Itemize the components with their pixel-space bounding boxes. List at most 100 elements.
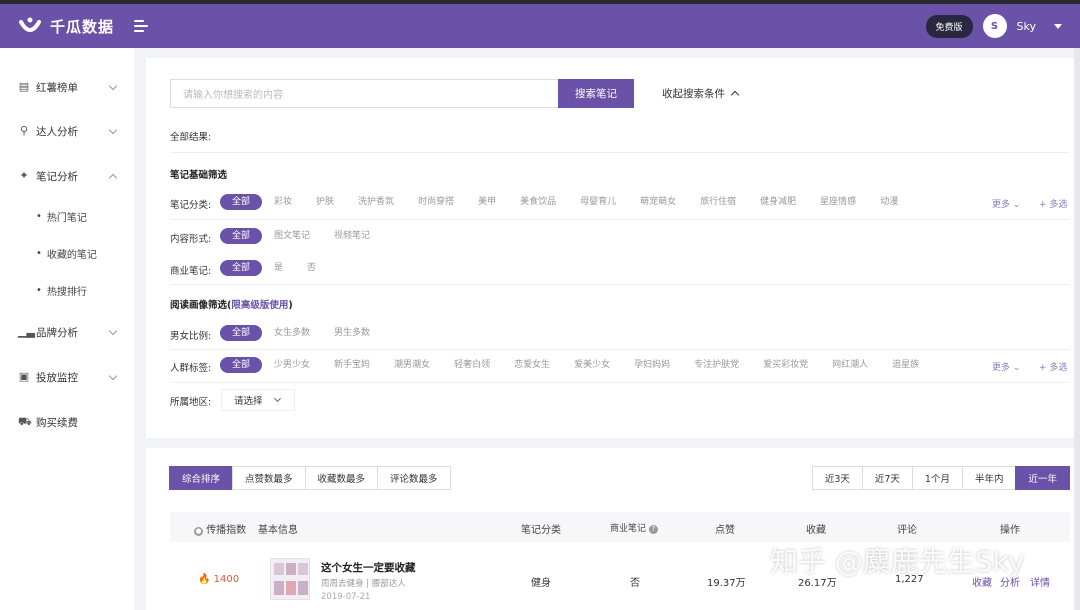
chip-gender-male[interactable]: 男生多数: [322, 325, 382, 341]
time-tab-1y[interactable]: 近一年: [1015, 466, 1070, 490]
sidebar-item-monitor[interactable]: ▣ 投放监控: [0, 362, 134, 392]
user-avatar[interactable]: S: [982, 14, 1007, 38]
chip-crowd[interactable]: 新手宝妈: [322, 357, 382, 373]
chip-category[interactable]: 护肤: [304, 194, 346, 210]
category-more-link[interactable]: 更多 ⌄: [992, 197, 1020, 210]
chip-content-all[interactable]: 全部: [220, 228, 263, 244]
chip-category[interactable]: 母婴育儿: [568, 194, 628, 210]
chip-gender-female[interactable]: 女生多数: [262, 325, 322, 341]
crowd-multi-select[interactable]: + 多选: [1039, 360, 1067, 373]
favorite-note-button[interactable]: 收藏: [972, 574, 992, 589]
region-select-value: 请选择: [234, 396, 263, 407]
fire-icon: 🔥: [198, 574, 211, 585]
sidebar-subitem-label: 热门笔记: [46, 212, 87, 224]
sidebar-item-purchase[interactable]: ⛟ 购买续费: [0, 407, 134, 437]
note-title[interactable]: 这个女生一定要收藏: [321, 560, 416, 575]
chip-gender-all[interactable]: 全部: [220, 325, 263, 341]
chip-category[interactable]: 彩妆: [262, 194, 304, 210]
time-tab-6m[interactable]: 半年内: [961, 466, 1017, 490]
note-category: 健身: [531, 578, 551, 589]
sort-tab-favorites[interactable]: 收藏数最多: [304, 466, 379, 490]
chip-content-video[interactable]: 视频笔记: [322, 228, 382, 244]
sidebar-item-rankings[interactable]: ▤ 红薯榜单: [0, 72, 134, 102]
spread-index-number: 1400: [213, 574, 240, 585]
th-likes[interactable]: 点赞: [715, 521, 735, 536]
collapse-conditions-link[interactable]: 收起搜索条件: [662, 86, 740, 101]
search-placeholder: 请输入你想搜索的内容: [183, 90, 283, 101]
th-comments[interactable]: 评论: [897, 521, 917, 536]
sidebar-subitem-hot-search[interactable]: 热搜排行: [0, 277, 134, 303]
chip-crowd[interactable]: 少男少女: [262, 357, 322, 373]
chip-category[interactable]: 星座情感: [808, 194, 868, 210]
chip-category[interactable]: 美甲: [466, 194, 508, 210]
sidebar-item-notes[interactable]: ✦ 笔记分析: [0, 161, 134, 191]
gender-chips: 全部 女生多数 男生多数: [220, 325, 382, 341]
user-menu-caret-icon[interactable]: [1054, 23, 1062, 29]
chip-category[interactable]: 美食饮品: [508, 194, 568, 210]
chip-category[interactable]: 萌宠萌女: [628, 194, 688, 210]
more-label: 更多: [992, 200, 1011, 210]
note-commercial: 否: [630, 578, 640, 589]
search-notes-button[interactable]: 搜索笔记: [558, 79, 634, 108]
results-panel: 综合排序 点赞数最多 收藏数最多 评论数最多 近3天 近7天 1个月 半年内 近…: [146, 448, 1080, 610]
chip-crowd[interactable]: 追星族: [880, 357, 931, 373]
chip-category[interactable]: 时尚穿搭: [406, 194, 466, 210]
sidebar-item-label: 投放监控: [36, 371, 78, 384]
chip-category[interactable]: 动漫: [868, 194, 910, 210]
note-thumbnail[interactable]: [270, 558, 310, 600]
chevron-up-icon: [730, 90, 740, 100]
crowd-more-link[interactable]: 更多 ⌄: [992, 360, 1020, 373]
chip-crowd[interactable]: 爱美少女: [562, 357, 622, 373]
category-multi-select[interactable]: + 多选: [1039, 197, 1067, 210]
free-version-badge[interactable]: 免费版: [925, 14, 973, 38]
search-input[interactable]: 请输入你想搜索的内容: [170, 79, 558, 108]
search-filter-panel: 请输入你想搜索的内容 搜索笔记 收起搜索条件 全部结果: 笔记基础筛选 笔记分类…: [146, 58, 1080, 438]
chip-category[interactable]: 旅行住宿: [688, 194, 748, 210]
sidebar-item-label: 笔记分析: [36, 170, 78, 183]
chip-crowd[interactable]: 专注护肤党: [682, 357, 751, 373]
menu-toggle-icon[interactable]: [134, 20, 149, 32]
note-icon: ✦: [19, 169, 29, 182]
chip-category[interactable]: 洗护香氛: [346, 194, 406, 210]
chip-crowd[interactable]: 轻奢白领: [442, 357, 502, 373]
analyze-note-button[interactable]: 分析: [1000, 574, 1020, 589]
chip-commercial-no[interactable]: 否: [295, 260, 328, 276]
sort-tab-comments[interactable]: 评论数最多: [377, 466, 451, 490]
time-tab-1m[interactable]: 1个月: [911, 466, 963, 490]
chip-crowd[interactable]: 网红潮人: [820, 357, 880, 373]
th-spread-index[interactable]: ● 传播指数: [194, 521, 246, 536]
time-tab-3d[interactable]: 近3天: [811, 466, 863, 490]
note-author-meta: 周周去健身 | 腰部达人: [321, 579, 406, 589]
chip-crowd[interactable]: 孕妇妈妈: [622, 357, 682, 373]
note-details-button[interactable]: 详情: [1030, 574, 1050, 589]
sidebar-item-brand[interactable]: ▁▃ 品牌分析: [0, 317, 134, 347]
sidebar-subitem-saved-notes[interactable]: 收藏的笔记: [0, 240, 134, 266]
list-icon: ▤: [18, 80, 30, 93]
th-favorites[interactable]: 收藏: [806, 521, 826, 536]
user-name[interactable]: Sky: [1017, 20, 1036, 33]
chip-content-image[interactable]: 图文笔记: [262, 228, 322, 244]
time-tab-7d[interactable]: 近7天: [861, 466, 913, 490]
cart-icon: ⛟: [18, 415, 32, 428]
sort-tabs: 综合排序 点赞数最多 收藏数最多 评论数最多: [169, 466, 451, 490]
sort-tab-likes[interactable]: 点赞数最多: [232, 466, 306, 490]
sort-tab-overall[interactable]: 综合排序: [169, 466, 234, 490]
chip-category[interactable]: 健身减肥: [748, 194, 808, 210]
chip-crowd[interactable]: 恋爱女生: [502, 357, 562, 373]
chip-category-all[interactable]: 全部: [220, 194, 263, 210]
region-select[interactable]: 请选择: [221, 389, 295, 411]
chip-crowd[interactable]: 爱买彩妆党: [751, 357, 820, 373]
chip-commercial-yes[interactable]: 是: [262, 260, 295, 276]
sidebar-subitem-hot-notes[interactable]: 热门笔记: [0, 203, 134, 229]
portrait-filter-title: 阅读画像筛选(限高级版使用): [170, 297, 293, 311]
sidebar-item-influencer[interactable]: ⚲ 达人分析: [0, 116, 134, 146]
page-scrollbar[interactable]: [1074, 48, 1080, 610]
chip-commercial-all[interactable]: 全部: [220, 260, 263, 276]
commercial-label: 商业笔记:: [170, 266, 212, 277]
region-label: 所属地区:: [170, 397, 212, 408]
time-range-tabs: 近3天 近7天 1个月 半年内 近一年: [811, 466, 1070, 490]
chip-crowd-all[interactable]: 全部: [220, 357, 263, 373]
info-icon: ?: [648, 525, 658, 534]
chip-crowd[interactable]: 潮男潮女: [382, 357, 442, 373]
portrait-title-c: ): [288, 300, 293, 311]
